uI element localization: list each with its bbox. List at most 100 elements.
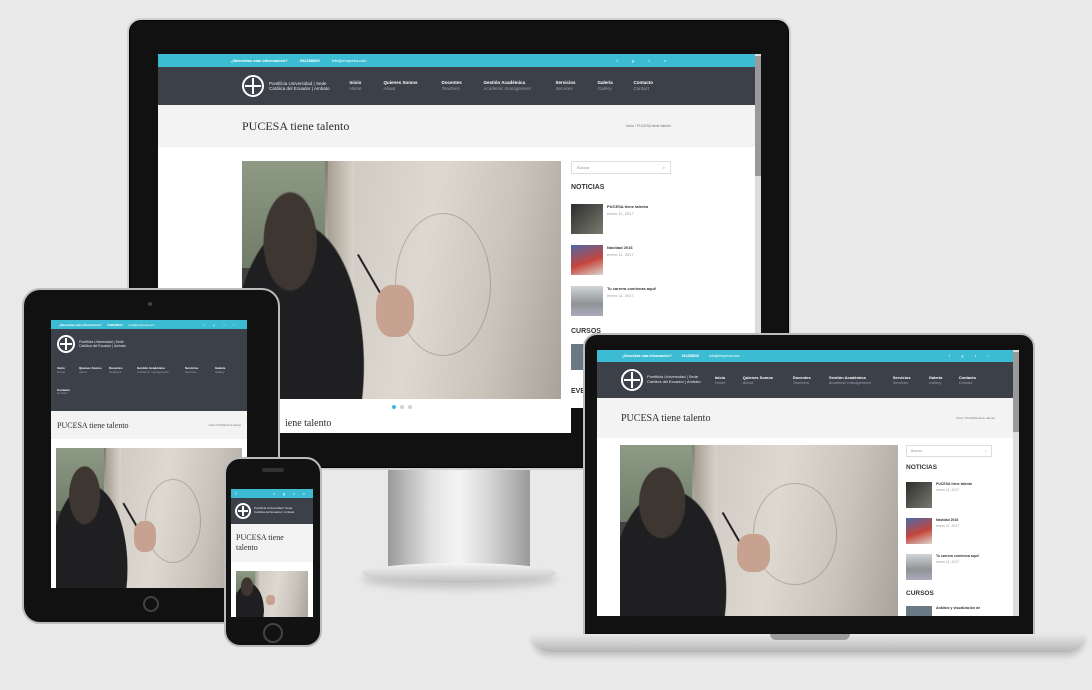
news-item[interactable]: Tu carrera comienza aquí! enero 11, 2017 xyxy=(906,554,979,580)
news-date: enero 11, 2017 xyxy=(936,524,960,528)
search-icon[interactable]: ⌕ xyxy=(657,58,673,63)
slider-dot[interactable] xyxy=(392,405,396,409)
cross-logo-icon xyxy=(242,75,264,97)
google-plus-icon[interactable]: g xyxy=(625,58,641,63)
top-bar: ¿Necesitas más información? 032258000 in… xyxy=(597,350,1019,362)
menu-item-quienes-somos[interactable]: Quienes Somos About xyxy=(79,366,109,389)
facebook-icon[interactable]: f xyxy=(269,491,279,496)
laptop-screen: ¿Necesitas más información? 032258000 in… xyxy=(597,350,1019,616)
menu-sub: Home xyxy=(349,86,362,91)
menu-item-docentes[interactable]: Docentes Teachers xyxy=(793,375,829,385)
logo-text: Pontificia Universidad | Sede Católica d… xyxy=(269,81,329,92)
menu-item-galeria[interactable]: Galería Gallery xyxy=(215,366,237,389)
menu-item-inicio[interactable]: Inicio Home xyxy=(57,366,79,375)
page-title-bar: PUCESA tiene talento Inicio / PUCESA tie… xyxy=(51,411,247,439)
menu-item-galeria[interactable]: Galería Gallery xyxy=(597,80,633,91)
news-thumbnail xyxy=(571,245,603,275)
menu-sub: Academic management xyxy=(828,380,871,385)
search-input[interactable]: Buscar ⌕ xyxy=(906,445,992,457)
facebook-icon[interactable]: f xyxy=(609,58,625,63)
google-plus-icon[interactable]: g xyxy=(209,323,219,327)
menu-sub: Academic management xyxy=(483,86,531,91)
google-plus-icon[interactable]: g xyxy=(956,354,969,358)
twitter-icon[interactable]: t xyxy=(219,323,229,327)
email-link[interactable]: info@empresa.com xyxy=(332,58,367,63)
menu-item-inicio[interactable]: Inicio Home xyxy=(349,80,383,91)
menu-item-servicios[interactable]: Servicios Services xyxy=(555,80,597,91)
menu-item-gestion-academica[interactable]: Gestión Académica Academic management xyxy=(483,80,555,91)
photo-hand xyxy=(266,594,275,606)
site-logo[interactable]: Pontificia Universidad | Sede Católica d… xyxy=(235,503,294,519)
page-title: PUCESA tiene talento xyxy=(236,533,284,552)
site-logo[interactable]: Pontificia Universidad | Sede Católica d… xyxy=(621,369,701,391)
menu-sub: Contact xyxy=(633,86,649,91)
news-thumbnail xyxy=(906,518,932,544)
menu-item-gestion-academica[interactable]: Gestión Académica Academic management xyxy=(829,375,893,385)
featured-image[interactable] xyxy=(236,571,308,617)
menu-item-docentes[interactable]: Docentes Teachers xyxy=(441,80,483,91)
twitter-icon[interactable]: t xyxy=(289,491,299,496)
menu-sub: Services xyxy=(892,380,909,385)
menu-item-quienes-somos[interactable]: Quienes Somos About xyxy=(743,375,793,385)
news-title: Navidad 2016 xyxy=(607,245,633,250)
news-title: PUCESA tiene talento xyxy=(607,204,649,209)
news-thumbnail xyxy=(571,204,603,234)
news-item[interactable]: Navidad 2016 enero 11, 2017 xyxy=(571,245,634,275)
menu-item-galeria[interactable]: Galería Gallery xyxy=(929,375,959,385)
news-title: Navidad 2016 xyxy=(936,518,959,522)
google-plus-icon[interactable]: g xyxy=(279,491,289,496)
news-item[interactable]: Tu carrera comienza aquí! enero 11, 2017 xyxy=(571,286,656,316)
search-icon[interactable]: ⌕ xyxy=(982,354,995,358)
menu-item-contacto[interactable]: Contacto Contact xyxy=(57,388,87,397)
photo-sketch xyxy=(145,478,202,563)
menu-item-docentes[interactable]: Docentes Teachers xyxy=(109,366,137,389)
logo-line-2: Católica del Ecuador | Ambato xyxy=(269,86,330,91)
breadcrumb[interactable]: Inicio / PUCESA tiene talento xyxy=(209,424,241,427)
phone-number[interactable]: 032258000 xyxy=(108,323,123,327)
menu-item-inicio[interactable]: Inicio Home xyxy=(715,375,743,385)
phone-number[interactable]: 032258000 xyxy=(300,58,320,63)
news-date: enero 11, 2017 xyxy=(936,560,960,564)
menu-item-servicios[interactable]: Servicios Services xyxy=(185,366,215,389)
menu-item-gestion-academica[interactable]: Gestión Académica Academic management xyxy=(137,366,185,389)
featured-image[interactable] xyxy=(242,161,561,399)
course-item[interactable]: Análisis y visualización de xyxy=(906,606,980,616)
news-item[interactable]: PUCESA tiene talento enero 11, 2017 xyxy=(906,482,972,508)
menu-hamburger-icon[interactable]: ≡ xyxy=(235,491,237,496)
facebook-icon[interactable]: f xyxy=(199,323,209,327)
social-icons: f g t ⌕ xyxy=(199,323,239,327)
twitter-icon[interactable]: t xyxy=(641,58,657,63)
search-icon[interactable]: ⌕ xyxy=(229,323,239,327)
menu-item-contacto[interactable]: Contacto Contact xyxy=(633,80,669,91)
site-logo[interactable]: Pontificia Universidad | Sede Católica d… xyxy=(57,335,239,353)
menu-sub: Contact xyxy=(958,380,973,385)
featured-image[interactable] xyxy=(620,445,898,616)
featured-image[interactable] xyxy=(56,448,242,588)
photo-hand xyxy=(134,520,157,552)
breadcrumb[interactable]: Inicio / PUCESA tiene talento xyxy=(956,416,995,420)
phone-home-button[interactable] xyxy=(263,623,283,643)
search-icon[interactable]: ⌕ xyxy=(299,491,309,496)
slider-dots[interactable] xyxy=(390,405,414,409)
menu-item-quienes-somos[interactable]: Quienes Somos About xyxy=(383,80,441,91)
facebook-icon[interactable]: f xyxy=(943,354,956,358)
site-logo[interactable]: Pontificia Universidad | Sede Católica d… xyxy=(242,75,329,97)
menu-item-servicios[interactable]: Servicios Services xyxy=(893,375,929,385)
breadcrumb[interactable]: Inicio / PUCESA tiene talento xyxy=(626,124,671,128)
slider-dot[interactable] xyxy=(408,405,412,409)
scrollbar[interactable] xyxy=(1013,350,1019,616)
email-link[interactable]: info@empresa.com xyxy=(129,323,155,327)
slider-dot[interactable] xyxy=(400,405,404,409)
news-item[interactable]: PUCESA tiene talento enero 11, 2017 xyxy=(571,204,648,234)
phone-number[interactable]: 032258000 xyxy=(682,354,700,358)
twitter-icon[interactable]: t xyxy=(969,354,982,358)
logo-line-2: Católica del Ecuador | Ambato xyxy=(254,510,295,514)
phone-screen: ≡ f g t ⌕ Pontificia Universidad | Sede … xyxy=(231,489,313,617)
news-item[interactable]: Navidad 2016 enero 11, 2017 xyxy=(906,518,959,544)
email-link[interactable]: info@empresa.com xyxy=(709,354,739,358)
search-input[interactable]: Buscar ⌕ xyxy=(571,161,671,174)
menu-item-contacto[interactable]: Contacto Contact xyxy=(959,375,989,385)
photo-person xyxy=(236,575,268,617)
tablet-home-button[interactable] xyxy=(143,596,159,612)
menu-sub: Contact xyxy=(57,391,68,396)
